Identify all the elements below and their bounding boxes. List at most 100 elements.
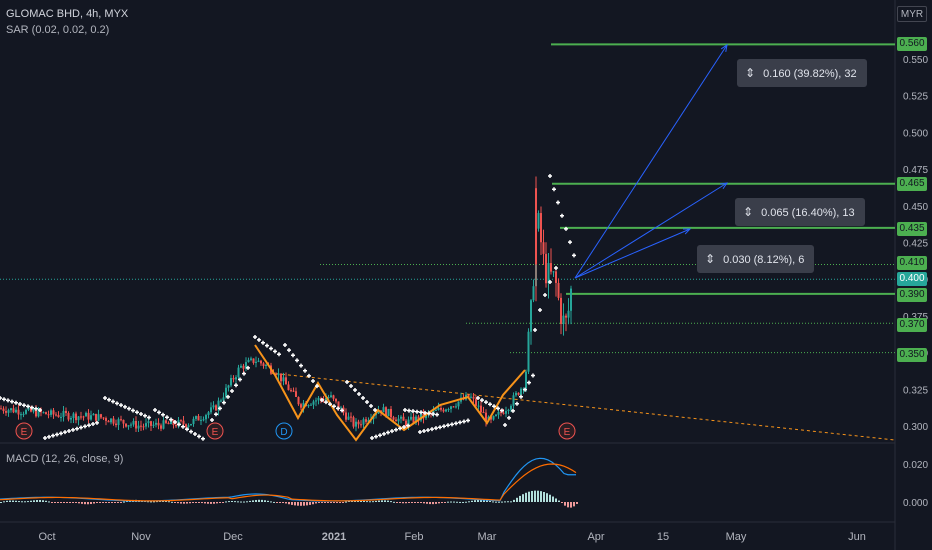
- candle-body: [410, 416, 412, 420]
- currency-button[interactable]: MYR: [897, 6, 927, 22]
- sar-dot: [201, 436, 205, 441]
- macd-histogram-bar: [261, 499, 263, 502]
- candle-body: [397, 418, 400, 422]
- candle-body: [560, 297, 562, 324]
- sar-dot: [484, 400, 488, 405]
- candle-body: [175, 425, 177, 427]
- macd-histogram-bar: [270, 501, 272, 503]
- macd-histogram-bar: [222, 502, 224, 503]
- measure-box-3: ⇕ 0.030 (8.12%), 6: [697, 245, 815, 273]
- sar-dot: [210, 418, 214, 422]
- candle-body: [542, 242, 545, 254]
- candle-body: [457, 401, 460, 407]
- sar-dot: [370, 436, 374, 440]
- sar-dot: [265, 343, 269, 348]
- current-price-tag[interactable]: 0.400: [897, 272, 927, 286]
- macd-histogram-bar: [345, 501, 347, 503]
- candle-body: [492, 416, 495, 420]
- macd-histogram-bar: [318, 502, 320, 503]
- candle-body: [197, 416, 200, 421]
- candle-body: [67, 413, 70, 420]
- sar-dot: [515, 401, 519, 406]
- macd-histogram-bar: [75, 502, 77, 503]
- candle-body: [92, 413, 95, 416]
- level-tag-0410[interactable]: 0.410: [897, 256, 927, 270]
- candle-body: [567, 310, 570, 318]
- sar-dot: [169, 417, 173, 422]
- macd-histogram-bar: [201, 502, 203, 504]
- level-tag-0465[interactable]: 0.465: [897, 177, 927, 191]
- candle-body: [520, 388, 522, 395]
- level-tag-0350[interactable]: 0.350: [897, 348, 927, 362]
- candle-body: [365, 419, 367, 422]
- macd-histogram-bar: [564, 502, 566, 506]
- sar-dot: [378, 433, 382, 438]
- macd-histogram-bar: [186, 502, 188, 504]
- macd-histogram-bar: [510, 501, 512, 503]
- macd-histogram-bar: [405, 502, 407, 504]
- macd-histogram-bar: [210, 502, 212, 504]
- macd-histogram-bar: [363, 500, 365, 502]
- candle-body: [495, 414, 497, 417]
- sar-dot: [560, 213, 564, 218]
- time-tick-label: Oct: [38, 531, 55, 543]
- candle-body: [237, 367, 240, 378]
- candle-body: [192, 418, 195, 424]
- macd-histogram-bar: [234, 501, 236, 503]
- candle-body: [350, 416, 352, 418]
- level-tag-0435[interactable]: 0.435: [897, 222, 927, 236]
- candle-body: [527, 331, 530, 372]
- candle-body: [340, 407, 342, 409]
- macd-histogram-bar: [21, 501, 23, 503]
- candle-body: [512, 395, 515, 406]
- macd-histogram-bar: [432, 502, 434, 505]
- candle-body: [360, 424, 362, 426]
- macd-histogram-bar: [336, 502, 338, 503]
- candle-body: [5, 411, 7, 413]
- sar-dot: [222, 400, 226, 405]
- macd-legend[interactable]: MACD (12, 26, close, 9): [6, 453, 123, 465]
- candle-body: [122, 419, 125, 424]
- chart-root[interactable]: 0.5500.5250.5000.4750.4500.4250.4000.375…: [0, 0, 932, 550]
- candle-body: [295, 391, 297, 397]
- sar-dot: [257, 337, 261, 342]
- macd-histogram-bar: [216, 502, 218, 504]
- sar-legend[interactable]: SAR (0.02, 0.02, 0.2): [6, 24, 109, 36]
- candle-body: [15, 409, 17, 413]
- candle-body: [540, 213, 542, 243]
- price-tick-label: 0.325: [903, 385, 928, 396]
- sar-dot: [103, 396, 107, 400]
- candle-body: [95, 413, 97, 421]
- projection-line: [574, 44, 728, 279]
- macd-histogram-bar: [438, 502, 440, 504]
- sar-dot: [55, 432, 59, 437]
- candle-body: [260, 360, 262, 364]
- level-tag-0370[interactable]: 0.370: [897, 318, 927, 332]
- macd-histogram-bar: [342, 502, 344, 503]
- level-tag-0390[interactable]: 0.390: [897, 288, 927, 302]
- sar-dot: [283, 343, 287, 347]
- candle-body: [255, 361, 257, 363]
- symbol-legend[interactable]: GLOMAC BHD, 4h, MYX: [6, 8, 128, 20]
- sar-dot: [71, 427, 75, 432]
- candle-body: [382, 407, 385, 413]
- macd-histogram-bar: [207, 502, 209, 504]
- candle-body: [0, 408, 2, 410]
- candle-body: [535, 188, 537, 265]
- candle-body: [262, 363, 265, 366]
- candle-body: [530, 300, 532, 332]
- candle-body: [80, 416, 82, 418]
- macd-histogram-bar: [495, 501, 497, 503]
- candle-body: [32, 409, 35, 412]
- event-label: E: [564, 427, 571, 438]
- sar-dot: [234, 383, 238, 388]
- macd-histogram-bar: [474, 500, 476, 502]
- sar-dot: [87, 423, 91, 428]
- candle-body: [235, 377, 237, 380]
- candle-body: [125, 423, 127, 427]
- sar-dot: [273, 349, 277, 354]
- sar-dot: [390, 429, 394, 434]
- candle-body: [130, 424, 132, 426]
- level-tag-0560[interactable]: 0.560: [897, 37, 927, 51]
- sar-dot: [253, 335, 257, 339]
